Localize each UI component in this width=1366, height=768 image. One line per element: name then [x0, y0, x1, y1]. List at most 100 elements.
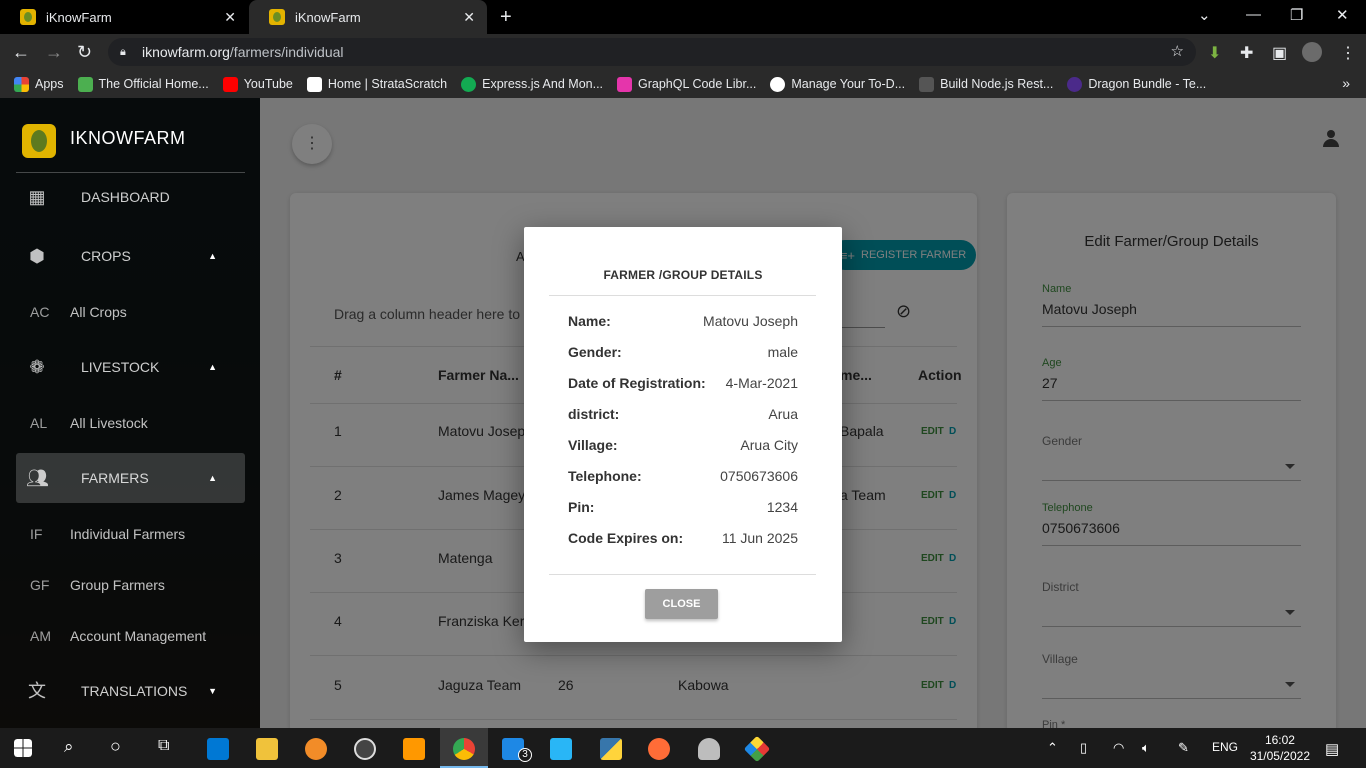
- bookmark-favicon-icon: [306, 76, 322, 92]
- collapse-arrow-icon: ▲: [208, 362, 217, 372]
- sidebar-item-all-crops[interactable]: AC All Crops: [16, 292, 245, 332]
- detail-row-gender: Gender: male: [568, 344, 798, 360]
- git-app-icon[interactable]: [743, 735, 771, 763]
- tab-search-chevron-icon[interactable]: ⌄: [1198, 6, 1211, 24]
- bookmark-item[interactable]: Manage Your To-D...: [770, 76, 905, 92]
- collapse-arrow-icon: ▲: [208, 251, 217, 261]
- sidebar-item-livestock[interactable]: ❁ LIVESTOCK ▲: [16, 342, 245, 392]
- browser-tab-2-active[interactable]: iKnowFarm ✕: [249, 0, 487, 34]
- sidebar-item-crops[interactable]: ⬢ CROPS ▲: [16, 231, 245, 281]
- media-player-icon[interactable]: [354, 738, 376, 760]
- pen-icon[interactable]: ✎: [1178, 740, 1189, 756]
- tray-device-icon[interactable]: ▯: [1080, 740, 1087, 756]
- search-icon[interactable]: ⌕: [64, 737, 74, 757]
- apps-grid-icon: [14, 76, 29, 92]
- address-bar[interactable]: 🔒︎ iknowfarm.org/farmers/individual ☆: [108, 38, 1196, 66]
- dialog-divider: [549, 295, 816, 296]
- bookmark-item[interactable]: The Official Home...: [77, 76, 209, 92]
- tab-close-icon[interactable]: ✕: [463, 9, 475, 26]
- youtube-icon: [222, 76, 238, 92]
- detail-row-pin: Pin: 1234: [568, 499, 798, 515]
- search-app-icon[interactable]: [305, 738, 327, 760]
- crops-icon: ⬢: [29, 246, 45, 266]
- extensions-puzzle-icon[interactable]: ✚: [1240, 43, 1253, 63]
- bookmark-item[interactable]: Home | StrataScratch: [306, 76, 447, 92]
- window-close-icon[interactable]: ✕: [1336, 6, 1349, 24]
- brand-name[interactable]: IKNOWFARM: [70, 128, 186, 149]
- bookmark-favicon-icon: [1067, 76, 1083, 92]
- translate-icon: 文: [28, 681, 46, 701]
- browser-tab-strip: iKnowFarm ✕ iKnowFarm ✕ + ⌄ — ❐ ✕: [0, 0, 1366, 34]
- tray-overflow-chevron-icon[interactable]: ⌃: [1047, 740, 1058, 756]
- reload-icon[interactable]: ↻: [77, 42, 92, 63]
- iknowfarm-logo[interactable]: [22, 124, 56, 158]
- restore-icon[interactable]: ❐: [1290, 6, 1303, 24]
- bookmark-item[interactable]: Dragon Bundle - Te...: [1067, 76, 1206, 92]
- sidebar-item-individual-farmers[interactable]: IF Individual Farmers: [16, 514, 245, 554]
- wifi-icon[interactable]: ◠: [1113, 740, 1124, 756]
- browser-toolbar: ← → ↻ 🔒︎ iknowfarm.org/farmers/individua…: [0, 34, 1366, 70]
- browser-menu-icon[interactable]: ⋮: [1340, 43, 1356, 63]
- python-icon[interactable]: [600, 738, 622, 760]
- new-tab-icon[interactable]: +: [500, 6, 512, 29]
- bookmark-favicon-icon: [770, 76, 786, 92]
- windows-taskbar: ⌕ ○ ⧉ 3 ⌃ ▯ ◠ 🔈︎ ✎ ENG 16:02 31/05/2022 …: [0, 728, 1366, 768]
- detail-row-village: Village: Arua City: [568, 437, 798, 453]
- tab-close-icon[interactable]: ✕: [224, 9, 236, 26]
- bookmarks-bar: Apps The Official Home... YouTube Home |…: [0, 70, 1366, 98]
- chrome-icon[interactable]: [453, 738, 475, 760]
- profile-avatar[interactable]: [1302, 42, 1322, 62]
- download-extension-icon[interactable]: ⬇: [1208, 43, 1221, 63]
- people-icon: 👥︎: [26, 468, 49, 488]
- sidebar-item-group-farmers[interactable]: GF Group Farmers: [16, 565, 245, 605]
- notifications-icon[interactable]: ▤: [1325, 740, 1339, 758]
- back-icon[interactable]: ←: [12, 42, 30, 63]
- bookmark-item[interactable]: GraphQL Code Libr...: [617, 76, 756, 92]
- vscode-icon[interactable]: [207, 738, 229, 760]
- collapse-arrow-icon: ▲: [208, 473, 217, 483]
- tab-title: iKnowFarm: [46, 9, 112, 25]
- sidebar: IKNOWFARM ▦ DASHBOARD ⬢ CROPS ▲ AC All C…: [0, 98, 260, 728]
- side-panel-icon[interactable]: ▣: [1272, 43, 1287, 63]
- clock[interactable]: 16:02 31/05/2022: [1250, 732, 1310, 764]
- expand-arrow-icon: ▼: [208, 686, 217, 696]
- video-app-icon[interactable]: [550, 738, 572, 760]
- dialog-title: FARMER /GROUP DETAILS: [603, 268, 763, 282]
- tab-title: iKnowFarm: [295, 9, 361, 25]
- sidebar-item-translations[interactable]: 文 TRANSLATIONS ▼: [16, 666, 245, 716]
- browser-tab-1[interactable]: iKnowFarm ✕: [0, 0, 248, 34]
- dashboard-icon: ▦: [28, 187, 46, 207]
- windows-start-icon[interactable]: [14, 739, 32, 757]
- lock-icon: 🔒︎: [120, 46, 126, 58]
- postman-icon[interactable]: [648, 738, 670, 760]
- task-view-icon[interactable]: ⧉: [158, 737, 169, 755]
- bookmark-favicon-icon: [77, 76, 93, 92]
- site-favicon-icon: [20, 9, 36, 25]
- bookmarks-overflow-icon[interactable]: »: [1342, 75, 1350, 91]
- umbrella-app-icon[interactable]: [698, 738, 720, 760]
- bookmark-item[interactable]: Express.js And Mon...: [461, 76, 603, 92]
- detail-row-registration-date: Date of Registration: 4-Mar-2021: [568, 375, 798, 391]
- paw-icon: ❁: [29, 357, 45, 377]
- bookmark-star-icon[interactable]: ☆: [1171, 42, 1184, 60]
- bookmark-apps[interactable]: Apps: [14, 76, 64, 92]
- url-text: iknowfarm.org/farmers/individual: [142, 44, 344, 60]
- sidebar-item-dashboard[interactable]: ▦ DASHBOARD: [16, 172, 245, 222]
- bookmark-youtube[interactable]: YouTube: [222, 76, 293, 92]
- sublime-text-icon[interactable]: [403, 738, 425, 760]
- window-count-badge: 3: [518, 748, 532, 762]
- mongodb-leaf-icon: [461, 76, 477, 92]
- sidebar-item-farmers[interactable]: 👥︎ FARMERS ▲: [16, 453, 245, 503]
- file-explorer-icon[interactable]: [256, 738, 278, 760]
- forward-icon[interactable]: →: [45, 42, 63, 63]
- detail-row-district: district: Arua: [568, 406, 798, 422]
- close-button[interactable]: CLOSE: [645, 589, 718, 619]
- language-indicator[interactable]: ENG: [1212, 740, 1238, 754]
- cortana-icon[interactable]: ○: [110, 736, 121, 757]
- sidebar-item-account-management[interactable]: AM Account Management: [16, 616, 245, 656]
- volume-icon[interactable]: 🔈︎: [1142, 740, 1150, 756]
- sidebar-item-all-livestock[interactable]: AL All Livestock: [16, 403, 245, 443]
- dialog-divider: [549, 574, 816, 575]
- bookmark-item[interactable]: Build Node.js Rest...: [919, 76, 1053, 92]
- minimize-icon[interactable]: —: [1246, 6, 1261, 23]
